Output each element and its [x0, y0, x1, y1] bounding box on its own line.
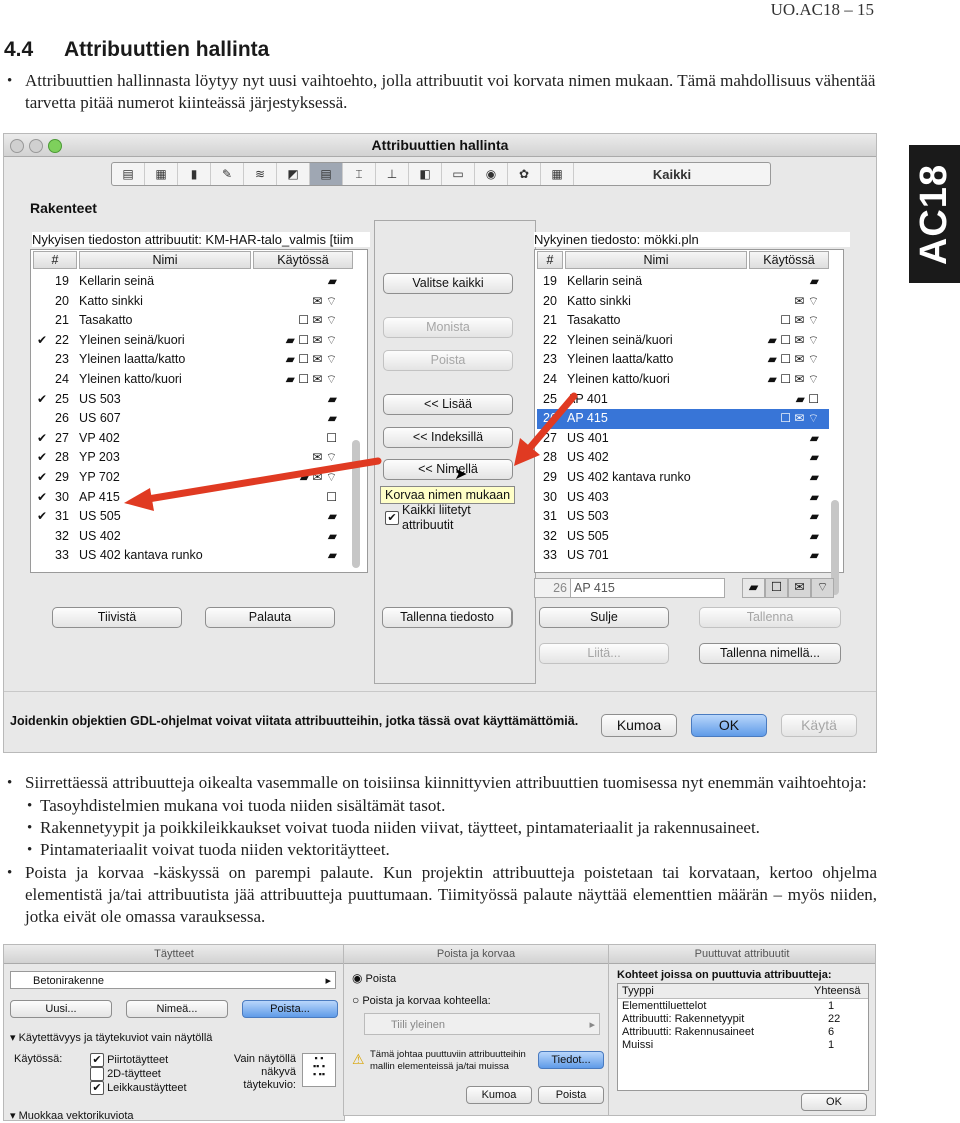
missing-attributes-dialog: Puuttuvat attribuutit Kohteet joissa on … [608, 944, 876, 1116]
bullet-dot: • [7, 865, 13, 881]
table-row[interactable]: Attribuutti: Rakennetyypit 22 [618, 1013, 868, 1026]
fill-selector[interactable]: Betonirakenne ▸ [10, 971, 336, 989]
missing-total: 1 [828, 1000, 835, 1012]
2d-fills-label: 2D-täytteet [107, 1067, 161, 1080]
ok-button[interactable]: OK [801, 1093, 867, 1111]
arrow-to-ap415 [124, 457, 382, 511]
col-type[interactable]: Tyyppi [622, 985, 654, 997]
cancel-button[interactable]: Kumoa [466, 1086, 532, 1104]
screen-only-label-2: täytekuvio: [243, 1079, 296, 1091]
annotation-arrows [124, 392, 578, 511]
missing-total: 1 [828, 1039, 835, 1051]
missing-attributes-table: Tyyppi Yhteensä Elementtiluettelot 1 Attri… [617, 983, 869, 1091]
chevron-right-icon: ▸ [589, 1019, 595, 1031]
bullet-transfer-text: Siirrettäessä attribuutteja oikealta vas… [25, 773, 867, 792]
sub-bullet-1-text: Tasoyhdistelmien mukana voi tuoda niiden… [40, 796, 446, 815]
details-button[interactable]: Tiedot... [538, 1051, 604, 1069]
fills-dialog: Täytteet Betonirakenne ▸ Uusi... Nimeä..… [3, 944, 345, 1121]
missing-attributes-heading: Kohteet joissa on puuttuvia attribuuttej… [617, 969, 832, 981]
missing-type: Attribuutti: Rakennusaineet [622, 1026, 755, 1038]
delete-fill-button[interactable]: Poista... [242, 1000, 338, 1018]
warning-text: Tämä johtaa puuttuviin attribuutteihin m… [370, 1049, 526, 1073]
draft-fills-label: Piirtotäytteet [107, 1053, 169, 1066]
missing-attributes-titlebar: Puuttuvat attribuutit [609, 945, 875, 964]
availability-section-header[interactable]: ▾ Käytettävyys ja täytekuviot vain näytö… [10, 1031, 212, 1044]
screen-only-label: Vain näytöllä näkyvä täytekuvio: [200, 1053, 296, 1092]
warning-text-2: mallin elementeissä ja/tai muissa [370, 1061, 509, 1072]
edit-vector-section-label: Muokkaa vektorikuviota [18, 1110, 134, 1121]
fills-titlebar: Täytteet [4, 945, 344, 964]
delete-replace-title: Poista ja korvaa [436, 948, 516, 960]
table-row[interactable]: Muissi 1 [618, 1039, 868, 1052]
bullet-dot: • [27, 842, 33, 858]
col-total[interactable]: Yhteensä [814, 985, 860, 997]
delete-replace-option[interactable]: ○ Poista ja korvaa kohteella: [352, 993, 491, 1007]
missing-total: 22 [828, 1013, 841, 1025]
sub-bullet-1: • Tasoyhdistelmien mukana voi tuoda niid… [27, 795, 880, 817]
delete-confirm-button[interactable]: Poista [538, 1086, 604, 1104]
replacement-name: Tiili yleinen [391, 1019, 446, 1031]
edit-vector-section-header[interactable]: ▾ Muokkaa vektorikuviota [10, 1109, 134, 1121]
new-fill-button[interactable]: Uusi... [10, 1000, 112, 1018]
chevron-right-icon: ▸ [325, 975, 331, 987]
pattern-preview-icon[interactable]: ▪ ▪ ▪▪ ▪ ▪ ▪▪ [302, 1053, 336, 1087]
sub-bullet-3: • Pintamateriaalit voivat tuoda niiden v… [27, 839, 880, 861]
2d-fills-option[interactable]: 2D-täytteet [90, 1067, 161, 1081]
sub-bullet-2: • Rakennetyypit ja poikkileikkaukset voi… [27, 817, 880, 839]
table-row[interactable]: Attribuutti: Rakennusaineet 6 [618, 1026, 868, 1039]
rename-fill-button[interactable]: Nimeä... [126, 1000, 228, 1018]
table-header: Tyyppi Yhteensä [618, 984, 868, 999]
fill-selected-name: Betonirakenne [33, 975, 104, 987]
fills-title: Täytteet [154, 948, 194, 960]
bullet-dot: • [27, 820, 33, 836]
sub-bullet-2-text: Rakennetyypit ja poikkileikkaukset voiva… [40, 818, 760, 837]
delete-replace-titlebar: Poista ja korvaa [344, 945, 608, 964]
arrow-to-by-name [514, 392, 578, 466]
cut-fills-option[interactable]: ✔ Leikkaustäytteet [90, 1081, 187, 1095]
availability-section-label: Käytettävyys ja täytekuviot vain näytöll… [18, 1032, 213, 1044]
warning-icon: ⚠ [352, 1051, 365, 1067]
missing-total: 6 [828, 1026, 835, 1038]
table-row[interactable]: Elementtiluettelot 1 [618, 1000, 868, 1013]
draft-fills-option[interactable]: ✔ Piirtotäytteet [90, 1053, 168, 1067]
bullet-delete-replace: • Poista ja korvaa -käskyssä on parempi … [7, 862, 877, 928]
missing-type: Muissi [622, 1039, 654, 1051]
delete-option[interactable]: ◉ Poista [352, 971, 396, 985]
bullet-dot: • [7, 775, 13, 791]
cut-fills-label: Leikkaustäytteet [107, 1081, 187, 1094]
warning-text-1: Tämä johtaa puuttuviin attribuutteihin [370, 1049, 526, 1060]
delete-replace-option-label: Poista ja korvaa kohteella: [362, 995, 491, 1007]
bullet-transfer: • Siirrettäessä attribuutteja oikealta v… [7, 772, 885, 794]
delete-option-label: Poista [365, 973, 397, 985]
bullet-dot: • [27, 798, 33, 814]
missing-type: Elementtiluettelot [622, 1000, 707, 1012]
usage-label: Käytössä: [14, 1053, 63, 1065]
screen-only-label-1: Vain näytöllä näkyvä [233, 1053, 296, 1078]
bullet-delete-replace-text: Poista ja korvaa -käskyssä on parempi pa… [25, 863, 877, 926]
replacement-selector[interactable]: Tiili yleinen ▸ [364, 1013, 600, 1035]
delete-replace-dialog: Poista ja korvaa ◉ Poista ○ Poista ja ko… [343, 944, 609, 1116]
sub-bullet-3-text: Pintamateriaalit voivat tuoda niiden vek… [40, 840, 390, 859]
missing-type: Attribuutti: Rakennetyypit [622, 1013, 745, 1025]
missing-attributes-title: Puuttuvat attribuutit [694, 948, 790, 960]
